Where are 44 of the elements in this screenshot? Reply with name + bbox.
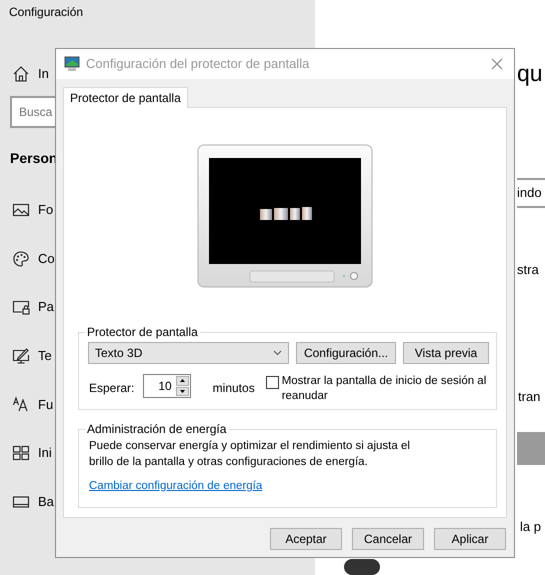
lock-screen-icon	[12, 298, 30, 316]
group-title: Protector de pantalla	[85, 325, 200, 339]
description-text: Puede conservar energía y optimizar el rendimiento si ajusta el brillo de la pantalla y otras configuraciones de energía.	[88, 439, 411, 470]
unit-label: minutos	[212, 380, 255, 397]
checkbox-label[interactable]: Mostrar la pantalla de inicio de sesión al reanudar	[282, 374, 496, 404]
checkbox[interactable]	[266, 376, 279, 389]
group-title: Administración de energía	[85, 422, 228, 436]
toggle-switch[interactable]	[344, 558, 380, 575]
start-icon	[12, 444, 30, 462]
dialog-button[interactable]: Aceptar	[270, 528, 342, 550]
dialog-title: Configuración del protector de pantalla	[86, 55, 310, 74]
nav-item[interactable]: Te	[12, 346, 52, 366]
dialog-button[interactable]: Vista previa	[403, 342, 489, 364]
nav-item[interactable]: Fo	[12, 200, 54, 220]
tab[interactable]: Protector de pantalla	[63, 87, 188, 108]
panel-block	[517, 432, 545, 465]
monitor-icon	[64, 56, 80, 72]
setting-text: la p	[520, 518, 542, 535]
picture-icon	[12, 201, 30, 219]
setting-text: tran	[518, 389, 542, 405]
nav-item[interactable]: In	[12, 64, 49, 84]
home-icon	[12, 65, 30, 83]
page-heading: qu	[517, 59, 544, 88]
nav-item[interactable]: Fu	[12, 394, 54, 414]
dialog-button[interactable]: Configuración...	[296, 342, 396, 364]
monitor-pen-icon	[12, 346, 30, 365]
setting-text: stra	[517, 262, 540, 278]
power-settings-link[interactable]: Cambiar configuración de energía	[89, 478, 262, 496]
dialog-button[interactable]: Cancelar	[352, 528, 424, 550]
dropdown[interactable]: indo	[517, 178, 545, 208]
nav-item[interactable]: Co	[12, 248, 55, 269]
font-icon	[12, 395, 30, 414]
app-title: Configuración	[9, 4, 84, 20]
dropdown[interactable]: Texto 3D	[88, 342, 289, 364]
nav-item[interactable]: Ba	[12, 492, 54, 512]
close-button[interactable]	[490, 57, 504, 71]
search-field[interactable]: Busca	[10, 96, 55, 128]
dialog-button[interactable]: Aplicar	[434, 528, 506, 550]
palette-icon	[12, 250, 30, 268]
wait-label: Esperar:	[89, 380, 136, 397]
nav-item[interactable]: Ini	[12, 442, 52, 463]
caret-icon	[273, 350, 282, 356]
nav-item[interactable]: Pa	[12, 297, 54, 318]
minutes-spinner[interactable]: 10	[142, 374, 191, 398]
